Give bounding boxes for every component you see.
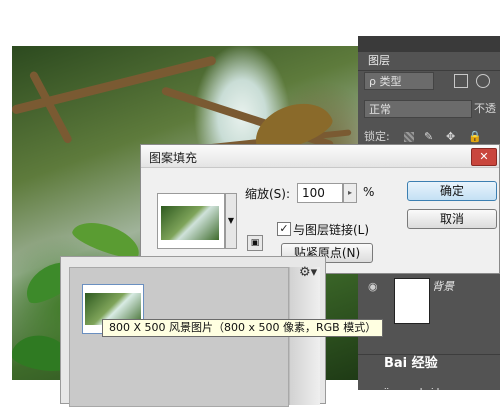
scale-label: 缩放(S):: [245, 187, 291, 201]
layer-kind-filter[interactable]: ρ 类型: [364, 72, 434, 90]
watermark-url: jingyan.baidu.com: [384, 388, 468, 398]
divider: [358, 70, 500, 71]
panel-tab-strip: [358, 36, 500, 52]
link-with-layer-label: 与图层链接(L): [293, 223, 370, 237]
scale-input[interactable]: 100: [297, 183, 343, 203]
pattern-preview-image: [161, 206, 219, 240]
percent-label: %: [363, 185, 375, 199]
pattern-dropdown-arrow[interactable]: ▼: [225, 193, 237, 249]
pattern-preview[interactable]: [157, 193, 225, 249]
close-button[interactable]: ✕: [471, 148, 497, 166]
pattern-grid: [69, 267, 289, 407]
link-with-layer-checkbox[interactable]: ✓: [277, 222, 291, 236]
lock-paint-icon[interactable]: ✎: [424, 130, 433, 143]
watermark-brand: Bai 经验: [384, 356, 438, 371]
pattern-tooltip: 800 X 500 风景图片（800 x 500 像素，RGB 模式）: [102, 319, 384, 337]
lock-all-icon[interactable]: 🔒: [468, 130, 482, 143]
dialog-title: 图案填充: [149, 151, 198, 165]
new-preset-icon[interactable]: ▣: [247, 235, 263, 251]
tab-layers[interactable]: 图层: [362, 52, 412, 70]
pattern-fill-dialog: 图案填充 ✕ ▼ ▣ 缩放(S): 100 ▸ % ✓ 与图层链接(L) 贴紧原…: [140, 144, 500, 274]
lock-transparent-icon[interactable]: [404, 132, 414, 142]
ok-button[interactable]: 确定: [407, 181, 497, 201]
layer-thumbnail[interactable]: [394, 278, 430, 324]
adjustment-filter-icon[interactable]: [476, 74, 490, 88]
scale-stepper[interactable]: ▸: [343, 183, 357, 203]
blend-mode-select[interactable]: 正常: [364, 100, 472, 118]
eye-icon[interactable]: ◉: [368, 280, 380, 293]
dialog-titlebar[interactable]: 图案填充 ✕: [141, 145, 499, 168]
layer-name[interactable]: 背景: [432, 278, 454, 294]
lock-move-icon[interactable]: ✥: [446, 130, 455, 143]
cancel-button[interactable]: 取消: [407, 209, 497, 229]
opacity-label: 不透: [474, 102, 496, 115]
image-filter-icon[interactable]: [454, 74, 468, 88]
gear-icon[interactable]: ⚙▾: [299, 265, 317, 280]
